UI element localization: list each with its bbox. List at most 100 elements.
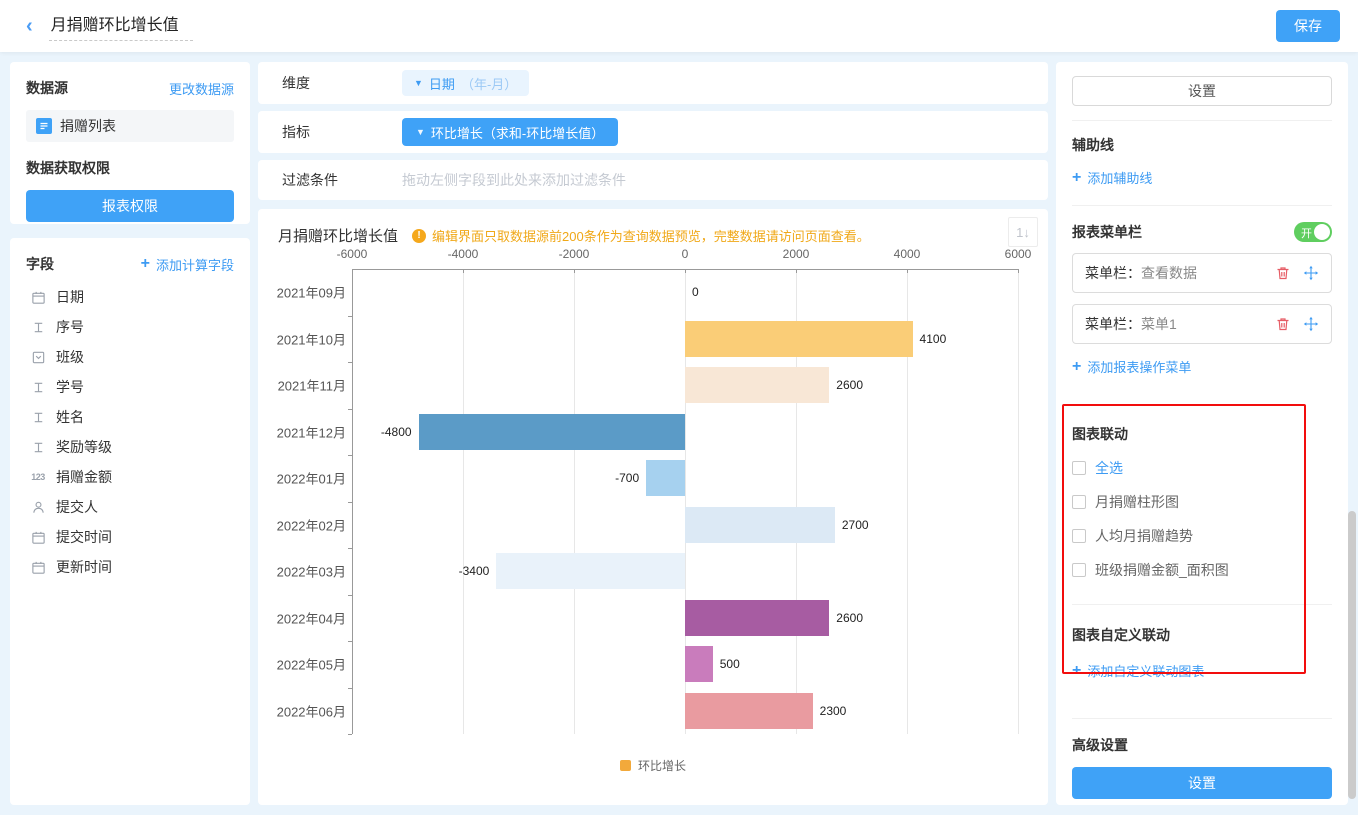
field-item[interactable]: 日期 [26, 282, 234, 312]
chart-bar[interactable] [685, 693, 813, 729]
checkbox-label: 班级捐赠金额_面积图 [1095, 560, 1229, 580]
datasource-item[interactable]: 捐赠列表 [26, 110, 234, 142]
calendar-icon [30, 529, 46, 545]
menu-bar-toggle[interactable]: 开 [1294, 222, 1332, 242]
chart-bar[interactable] [685, 367, 829, 403]
chart-bar[interactable] [685, 600, 829, 636]
axis-tick [348, 455, 352, 456]
dimension-label: 维度 [282, 73, 402, 93]
field-label: 学号 [56, 377, 84, 397]
checkbox-label: 月捐赠柱形图 [1095, 492, 1179, 512]
add-calc-field-link[interactable]: +添加计算字段 [141, 255, 234, 274]
bar-value-label: -700 [615, 471, 639, 485]
field-label: 日期 [56, 287, 84, 307]
filter-row[interactable]: 过滤条件 拖动左侧字段到此处来添加过滤条件 [258, 160, 1048, 200]
caret-down-icon: ▼ [414, 78, 423, 88]
field-item[interactable]: 奖励等级 [26, 432, 234, 462]
chart-bar[interactable] [496, 553, 685, 589]
metric-tag[interactable]: ▼ 环比增长（求和-环比增长值） [402, 118, 618, 146]
menu-item-list: 菜单栏：查看数据菜单栏：菜单1 [1072, 253, 1332, 344]
change-datasource-link[interactable]: 更改数据源 [169, 79, 234, 98]
menu-item-name: 菜单1 [1141, 314, 1177, 334]
field-item[interactable]: 班级 [26, 342, 234, 372]
category-label: 2021年10月 [258, 329, 346, 348]
field-item[interactable]: 提交人 [26, 492, 234, 522]
dimension-row: 维度 ▼ 日期 （年-月） [258, 62, 1048, 104]
x-tick-label: 4000 [877, 247, 937, 261]
move-icon[interactable] [1303, 265, 1319, 281]
legend-label: 环比增长 [638, 757, 686, 774]
menu-bar-item[interactable]: 菜单栏：查看数据 [1072, 253, 1332, 293]
linkage-option-row[interactable]: 人均月捐赠趋势 [1072, 526, 1332, 546]
field-list: 日期序号班级学号姓名奖励等级123捐赠金额提交人提交时间更新时间 [26, 282, 234, 582]
add-aux-line-link[interactable]: +添加辅助线 [1072, 168, 1152, 187]
advanced-settings-button[interactable]: 设置 [1072, 767, 1332, 799]
x-tick-label: -2000 [544, 247, 604, 261]
trash-icon[interactable] [1275, 265, 1291, 281]
divider [1072, 604, 1332, 605]
field-item[interactable]: 123捐赠金额 [26, 462, 234, 492]
move-icon[interactable] [1303, 316, 1319, 332]
dimension-tag[interactable]: ▼ 日期 （年-月） [402, 70, 529, 96]
plus-icon: + [1072, 662, 1081, 680]
category-label: 2021年09月 [258, 283, 346, 302]
bar-chart: -6000-4000-200002000400060002021年09月0202… [258, 209, 1048, 805]
bar-value-label: 2600 [836, 611, 863, 625]
category-label: 2022年03月 [258, 562, 346, 581]
bar-value-label: -3400 [459, 564, 490, 578]
menu-bar-item[interactable]: 菜单栏：菜单1 [1072, 304, 1332, 344]
metric-tag-name: 环比增长（求和-环比增长值） [431, 123, 604, 142]
axis-tick [348, 595, 352, 596]
metric-label: 指标 [282, 122, 402, 142]
chart-legend[interactable]: 环比增长 [258, 757, 1048, 774]
trash-icon[interactable] [1275, 316, 1291, 332]
field-item[interactable]: 序号 [26, 312, 234, 342]
checkbox[interactable] [1072, 563, 1086, 577]
category-label: 2021年12月 [258, 422, 346, 441]
field-label: 提交时间 [56, 527, 112, 547]
chart-bar[interactable] [685, 646, 713, 682]
menu-item-prefix: 菜单栏： [1085, 263, 1141, 283]
checkbox[interactable] [1072, 461, 1086, 475]
gridline [463, 269, 464, 734]
field-item[interactable]: 更新时间 [26, 552, 234, 582]
bar-value-label: 2300 [820, 704, 847, 718]
field-item[interactable]: 姓名 [26, 402, 234, 432]
linkage-option-row[interactable]: 月捐赠柱形图 [1072, 492, 1332, 512]
checkbox[interactable] [1072, 529, 1086, 543]
checkbox[interactable] [1072, 495, 1086, 509]
select-all-row[interactable]: 全选 [1072, 458, 1332, 478]
chart-bar[interactable] [646, 460, 685, 496]
scrollbar-thumb[interactable] [1348, 511, 1356, 799]
bar-value-label: 0 [692, 285, 699, 299]
linkage-option-row[interactable]: 班级捐赠金额_面积图 [1072, 560, 1332, 580]
datasource-title: 数据源 [26, 78, 68, 98]
menu-bar-title: 报表菜单栏 [1072, 222, 1142, 242]
toggle-on-label: 开 [1301, 225, 1312, 241]
filter-placeholder: 拖动左侧字段到此处来添加过滤条件 [402, 170, 626, 190]
chart-settings-button[interactable]: 设置 [1072, 76, 1332, 106]
plus-icon: + [1072, 169, 1081, 187]
chart-bar[interactable] [685, 321, 913, 357]
report-permission-button[interactable]: 报表权限 [26, 190, 234, 222]
page-title[interactable]: 月捐赠环比增长值 [49, 11, 193, 41]
back-icon[interactable]: ‹ [26, 15, 33, 38]
document-icon [36, 118, 52, 134]
chart-bar[interactable] [685, 507, 835, 543]
text-icon [30, 439, 46, 455]
add-custom-linkage-link[interactable]: +添加自定义联动图表 [1072, 661, 1204, 680]
plus-icon: + [141, 255, 150, 273]
select-icon [30, 349, 46, 365]
axis-tick [348, 316, 352, 317]
field-item[interactable]: 学号 [26, 372, 234, 402]
checkbox-label: 人均月捐赠趋势 [1095, 526, 1193, 546]
chart-bar[interactable] [419, 414, 685, 450]
caret-down-icon: ▼ [416, 127, 425, 137]
text-icon [30, 409, 46, 425]
toggle-knob [1314, 224, 1330, 240]
field-item[interactable]: 提交时间 [26, 522, 234, 552]
save-button[interactable]: 保存 [1276, 10, 1340, 42]
settings-panel: 设置 辅助线 +添加辅助线 报表菜单栏 开 菜单栏：查看数据菜单栏：菜单1 +添… [1056, 62, 1348, 805]
axis-tick [348, 502, 352, 503]
add-report-menu-link[interactable]: +添加报表操作菜单 [1072, 357, 1191, 376]
